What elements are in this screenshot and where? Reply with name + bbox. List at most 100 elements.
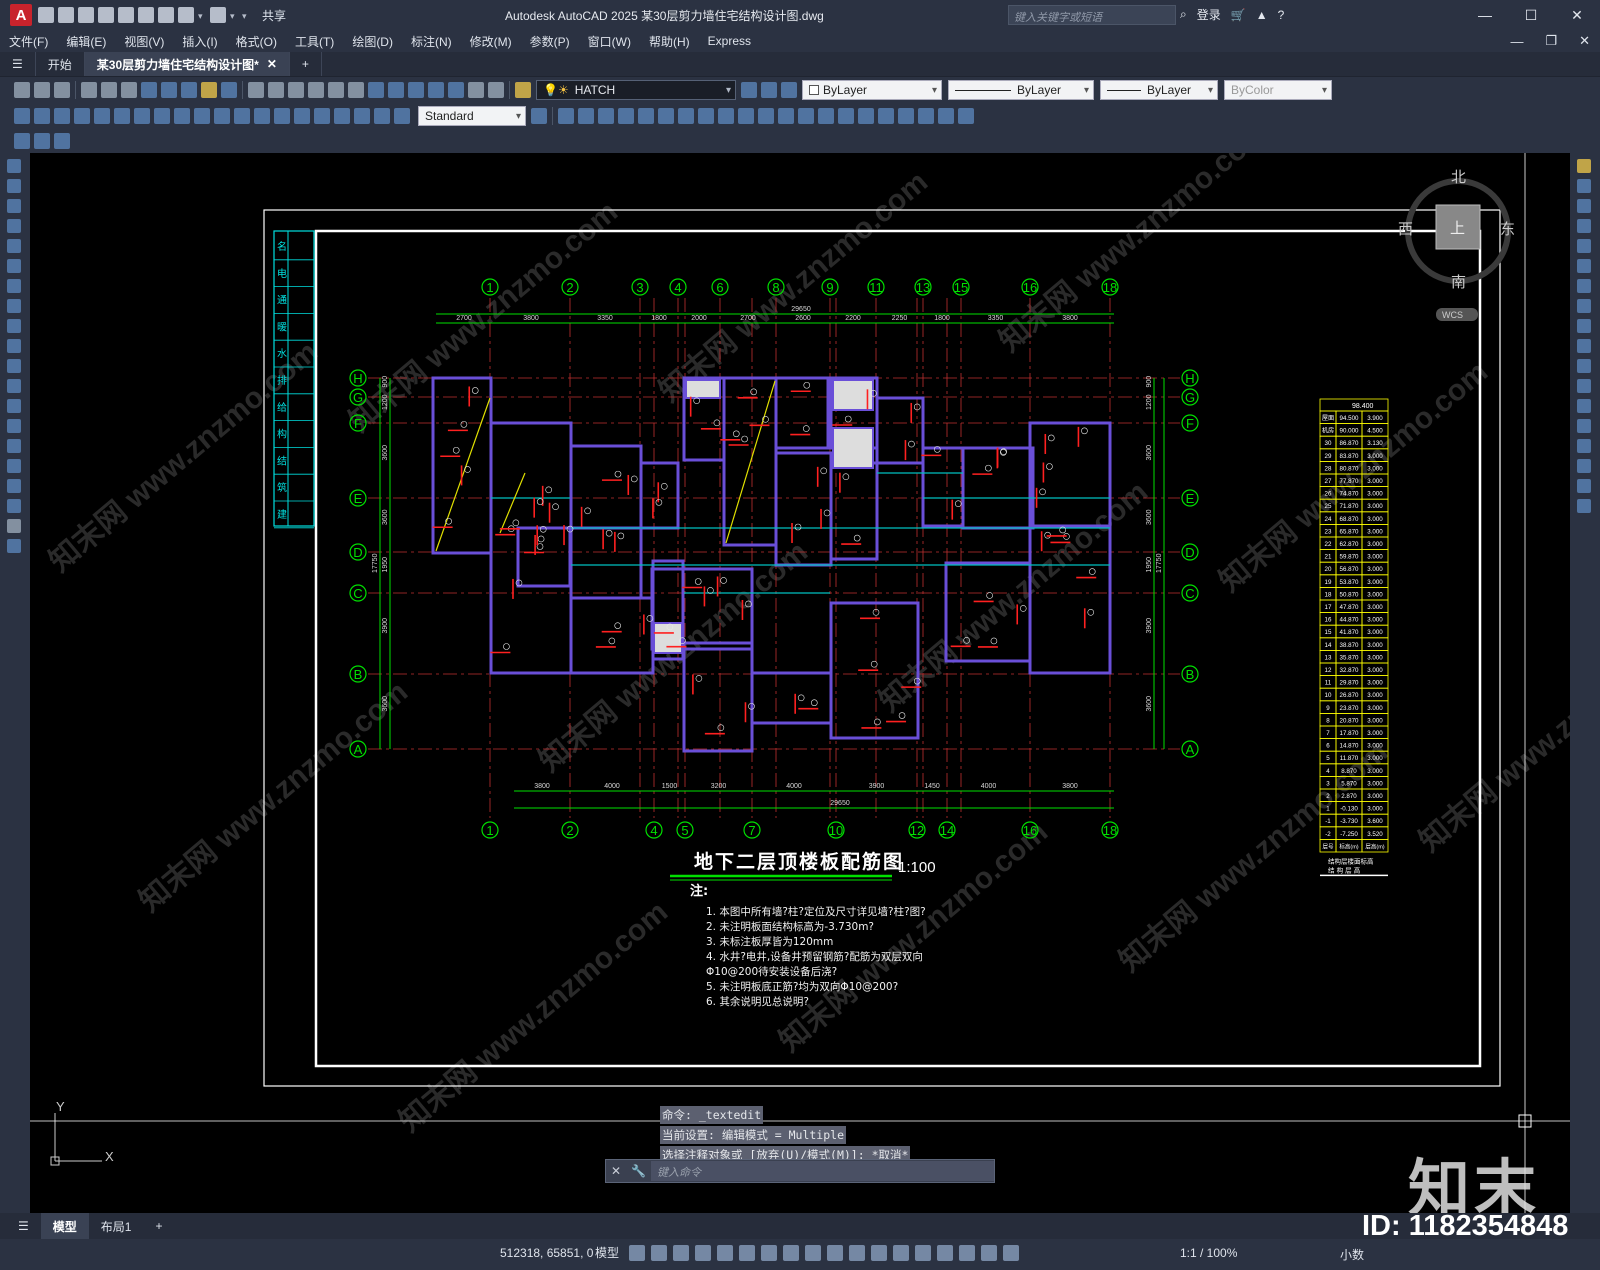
jogged-linear-icon[interactable] [334, 108, 350, 124]
layer-previous-icon[interactable] [761, 82, 777, 98]
redo-dropdown-icon[interactable]: ▾ [230, 11, 238, 21]
tolerance-icon[interactable] [274, 108, 290, 124]
hatch-icon[interactable] [7, 439, 21, 453]
maximize-icon[interactable]: ☐ [1508, 0, 1554, 30]
tab-drawing[interactable]: 某30层剪力墙住宅结构设计图* ✕ [84, 52, 290, 76]
dynamic-ucs-icon[interactable] [915, 1244, 932, 1261]
modify-trim-icon[interactable] [738, 108, 754, 124]
save-icon[interactable] [78, 7, 94, 23]
add-layout-button[interactable]: + [143, 1213, 174, 1239]
open-icon[interactable] [34, 82, 50, 98]
zoom-window-icon[interactable] [328, 82, 344, 98]
modify-array-icon[interactable] [638, 108, 654, 124]
tool-palettes-icon[interactable] [408, 82, 424, 98]
quickcalc-icon[interactable] [468, 82, 484, 98]
center-mark-icon[interactable] [294, 108, 310, 124]
menu-tools[interactable]: 工具(T) [286, 33, 343, 50]
text-to-front-icon[interactable] [14, 133, 30, 149]
copy-object-icon[interactable] [1577, 179, 1591, 193]
explode-icon[interactable] [1577, 499, 1591, 513]
save-icon[interactable] [54, 82, 70, 98]
rectangle-icon[interactable] [7, 239, 21, 253]
search-icon[interactable]: ⌕ [1180, 7, 1187, 22]
autodesk-app-icon[interactable]: ▲ [1256, 8, 1268, 22]
fillet-icon[interactable] [1577, 459, 1591, 473]
menu-view[interactable]: 视图(V) [115, 33, 173, 50]
markup-icon[interactable] [448, 82, 464, 98]
dim-update-icon[interactable] [394, 108, 410, 124]
help-icon[interactable]: ? [1278, 8, 1285, 22]
model-space-button[interactable]: 模型 [595, 1244, 619, 1261]
continue-dim-icon[interactable] [214, 108, 230, 124]
menu-format[interactable]: 格式(O) [227, 33, 286, 50]
jogged-dim-icon[interactable] [114, 108, 130, 124]
customize-dropdown-icon[interactable]: ▾ [242, 11, 250, 21]
object-snap-tracking-icon[interactable] [783, 1244, 800, 1261]
command-customize-icon[interactable]: 🔧 [631, 1164, 646, 1178]
rotate-icon[interactable] [1577, 279, 1591, 293]
tab-model[interactable]: 模型 [40, 1213, 89, 1239]
revision-cloud-icon[interactable] [7, 299, 21, 313]
angular-dim-icon[interactable] [154, 108, 170, 124]
selection-filter-icon[interactable] [937, 1244, 954, 1261]
insert-block-icon[interactable] [7, 379, 21, 393]
infer-constraints-icon[interactable] [673, 1244, 690, 1261]
modify-stretch-icon[interactable] [718, 108, 734, 124]
save-as-icon[interactable] [98, 7, 114, 23]
modify-chamfer-icon[interactable] [818, 108, 834, 124]
modify-join-icon[interactable] [798, 108, 814, 124]
annotation-visibility-icon[interactable] [981, 1244, 998, 1261]
chamfer-icon[interactable] [1577, 439, 1591, 453]
menu-dimension[interactable]: 标注(N) [402, 33, 461, 50]
modify-scale-icon[interactable] [698, 108, 714, 124]
plot-icon[interactable] [81, 82, 97, 98]
gradient-icon[interactable] [7, 459, 21, 473]
save-web-icon[interactable] [138, 7, 154, 23]
menu-edit[interactable]: 编辑(E) [57, 33, 115, 50]
color-dropdown[interactable]: ByLayer [802, 80, 942, 100]
modify-break-icon[interactable] [778, 108, 794, 124]
menu-window[interactable]: 窗口(W) [579, 33, 640, 50]
blend-curves-icon[interactable] [1577, 479, 1591, 493]
lineweight-dropdown[interactable]: ByLayer [1100, 80, 1218, 100]
layer-states-icon[interactable] [781, 82, 797, 98]
ordinate-dim-icon[interactable] [74, 108, 90, 124]
dim-style-dropdown[interactable]: Standard [418, 106, 526, 126]
make-block-icon[interactable] [7, 399, 21, 413]
ortho-icon[interactable] [717, 1244, 734, 1261]
sheet-set-icon[interactable] [428, 82, 444, 98]
region-icon[interactable] [7, 479, 21, 493]
stretch-icon[interactable] [1577, 319, 1591, 333]
menu-express[interactable]: Express [699, 34, 760, 48]
layer-dropdown[interactable]: 💡☀ HATCH [536, 80, 736, 100]
trim-icon[interactable] [1577, 339, 1591, 353]
transparency-icon[interactable] [849, 1244, 866, 1261]
baseline-dim-icon[interactable] [194, 108, 210, 124]
ellipse-icon[interactable] [7, 339, 21, 353]
open-file-icon[interactable] [58, 7, 74, 23]
selection-cycling-icon[interactable] [871, 1244, 888, 1261]
mirror-icon[interactable] [1577, 199, 1591, 213]
draworder-above-icon[interactable] [938, 108, 954, 124]
array-icon[interactable] [1577, 239, 1591, 253]
pan-icon[interactable] [288, 82, 304, 98]
draworder-front-icon[interactable] [898, 108, 914, 124]
modify-extend-icon[interactable] [758, 108, 774, 124]
undo-icon[interactable] [178, 7, 194, 23]
close-icon[interactable]: ✕ [1554, 0, 1600, 30]
lineweight-icon[interactable] [827, 1244, 844, 1261]
linear-dim-icon[interactable] [14, 108, 30, 124]
doc-close-icon[interactable]: ✕ [1579, 33, 1590, 49]
match-properties-icon[interactable] [201, 82, 217, 98]
properties-icon[interactable] [368, 82, 384, 98]
diameter-dim-icon[interactable] [134, 108, 150, 124]
make-current-icon[interactable] [741, 82, 757, 98]
point-icon[interactable] [7, 419, 21, 433]
erase-icon[interactable] [1577, 159, 1591, 173]
dim-style-icon[interactable] [531, 108, 547, 124]
autocad-logo-icon[interactable]: A [10, 4, 32, 26]
help-icon[interactable] [488, 82, 504, 98]
circle-icon[interactable] [7, 279, 21, 293]
dim-break-icon[interactable] [254, 108, 270, 124]
layer-properties-icon[interactable] [515, 82, 531, 98]
